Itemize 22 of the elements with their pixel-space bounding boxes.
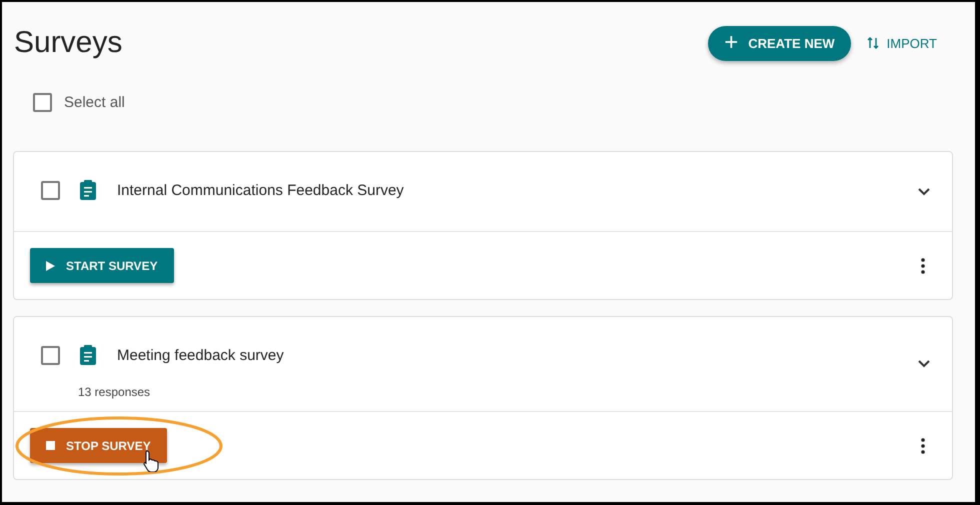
- start-survey-button[interactable]: START SURVEY: [30, 248, 174, 283]
- response-count: 13 responses: [78, 385, 152, 399]
- select-all-label: Select all: [64, 94, 125, 110]
- survey-title: Meeting feedback survey: [117, 346, 284, 364]
- clipboard-icon: [80, 345, 96, 365]
- survey-title: Internal Communications Feedback Survey: [117, 182, 404, 198]
- chevron-down-icon[interactable]: [918, 188, 930, 196]
- clipboard-icon: [80, 180, 96, 200]
- survey-checkbox[interactable]: [41, 346, 60, 364]
- import-button[interactable]: IMPORT: [860, 36, 943, 50]
- page-title: Surveys: [14, 26, 122, 60]
- hand-cursor-icon: [142, 450, 160, 472]
- create-new-button[interactable]: + CREATE NEW: [708, 26, 851, 60]
- stop-survey-button[interactable]: STOP SURVEY: [30, 428, 167, 463]
- chevron-down-icon[interactable]: [918, 360, 930, 368]
- play-icon: [46, 260, 55, 270]
- more-options-icon[interactable]: [921, 438, 925, 454]
- select-all-checkbox[interactable]: [33, 92, 52, 112]
- survey-checkbox[interactable]: [41, 180, 60, 200]
- more-options-icon[interactable]: [921, 258, 925, 274]
- stop-icon: [46, 441, 55, 450]
- swap-arrows-icon: [866, 36, 879, 50]
